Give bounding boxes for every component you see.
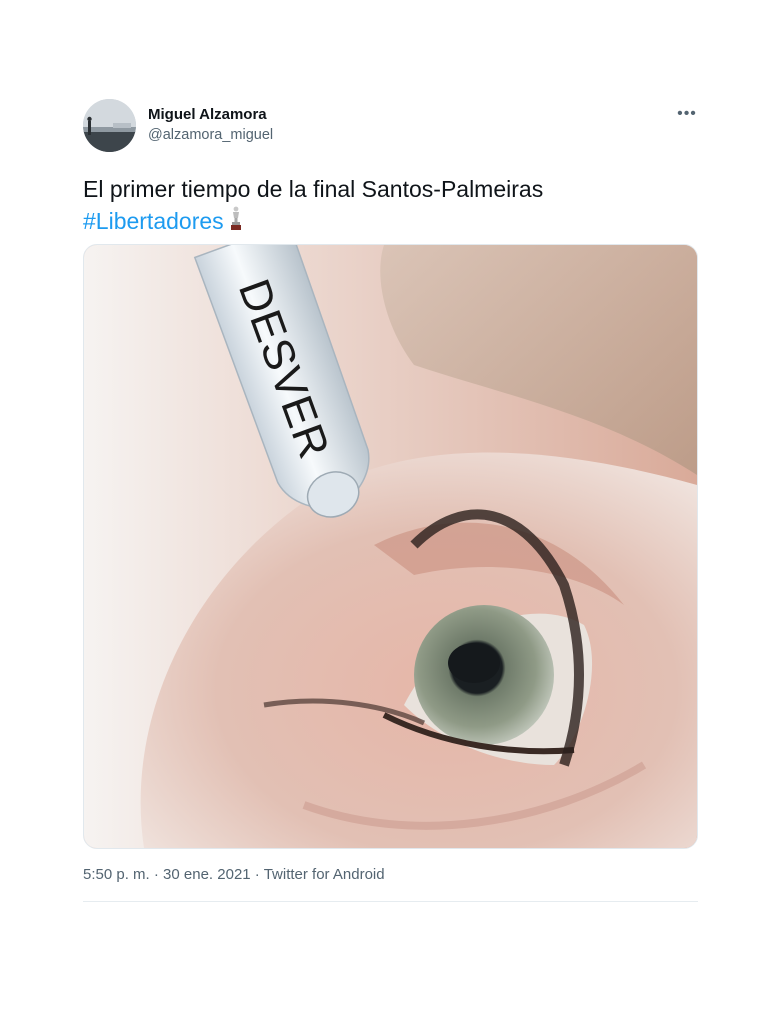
trophy-icon xyxy=(230,206,241,230)
meta-separator: · xyxy=(250,866,264,883)
more-options-button[interactable]: ••• xyxy=(674,104,700,124)
tweet-media-image[interactable]: DESVER xyxy=(83,244,698,849)
author-handle[interactable]: @alzamora_miguel xyxy=(148,127,273,143)
tweet-source[interactable]: Twitter for Android xyxy=(264,866,385,883)
meta-separator: · xyxy=(149,866,164,883)
more-options-icon: ••• xyxy=(677,105,697,122)
divider xyxy=(83,901,698,902)
author-display-name[interactable]: Miguel Alzamora xyxy=(148,106,267,123)
hashtag-link[interactable]: #Libertadores xyxy=(83,208,224,234)
tweet: Miguel Alzamora @alzamora_miguel ••• El … xyxy=(0,0,768,1024)
tweet-time[interactable]: 5:50 p. m. xyxy=(83,866,150,883)
tweet-date[interactable]: 30 ene. 2021 xyxy=(163,866,251,883)
tweet-text-line: El primer tiempo de la final Santos-Palm… xyxy=(83,176,544,202)
tweet-text: El primer tiempo de la final Santos-Palm… xyxy=(83,173,695,237)
avatar-photo-icon xyxy=(83,99,136,152)
author-avatar[interactable] xyxy=(83,99,136,152)
eye-drop-photo: DESVER xyxy=(84,245,697,848)
tweet-meta: 5:50 p. m. · 30 ene. 2021 · Twitter for … xyxy=(83,866,385,883)
